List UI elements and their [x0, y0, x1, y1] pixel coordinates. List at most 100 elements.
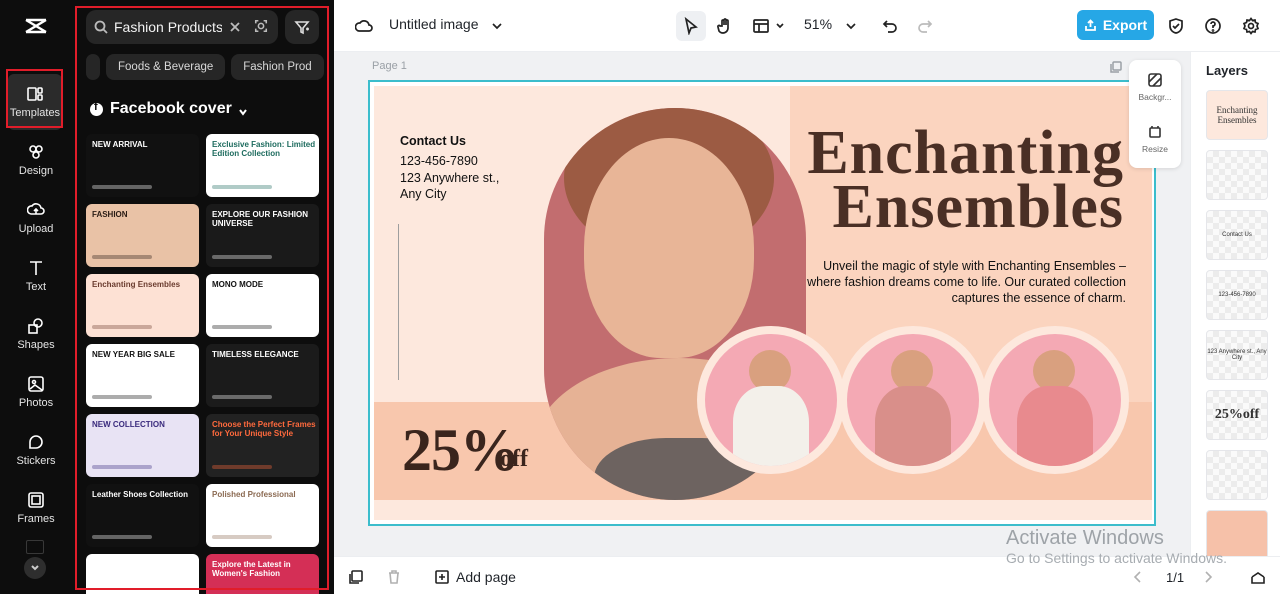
duplicate-page-icon[interactable] [1109, 60, 1123, 74]
product-photo-3[interactable] [981, 326, 1129, 474]
contact-address-1[interactable]: 123 Anywhere st., [400, 171, 499, 185]
search-input[interactable]: Fashion Products [114, 19, 222, 35]
filter-button[interactable] [285, 10, 319, 44]
layout-chevron-icon[interactable] [769, 15, 791, 37]
template-thumbnail[interactable]: NEW COLLECTION [86, 414, 199, 477]
chip-fashion-products[interactable]: Fashion Prod [231, 54, 324, 80]
sidebar-item-label: Frames [17, 513, 55, 525]
sidebar-item-photos[interactable]: Photos [0, 364, 72, 420]
template-thumbnail[interactable]: MONO MODE [206, 274, 319, 337]
template-thumbnail-title: EXPLORE OUR FASHION UNIVERSE [212, 210, 309, 228]
zoom-chevron-down-icon[interactable] [840, 15, 862, 37]
template-thumbnail[interactable]: Choose the Perfect Frames for Your Uniqu… [206, 414, 319, 477]
template-thumbnail[interactable] [86, 554, 199, 594]
resize-icon [1149, 126, 1161, 138]
sidebar-item-text[interactable]: Text [0, 248, 72, 304]
contact-address-2[interactable]: Any City [400, 187, 447, 201]
chip-foods-beverage[interactable]: Foods & Beverage [106, 54, 226, 80]
sidebar-item-templates[interactable]: Templates [8, 74, 62, 130]
layer-thumbnail[interactable]: Contact Us [1206, 210, 1268, 260]
shapes-icon [28, 318, 43, 334]
redo-icon[interactable] [914, 15, 936, 37]
add-page-label: Add page [456, 569, 516, 585]
template-thumbnail[interactable]: EXPLORE OUR FASHION UNIVERSE [206, 204, 319, 267]
photos-icon [28, 376, 44, 392]
product-photo-2[interactable] [839, 326, 987, 474]
background-tool[interactable]: Backgr... [1129, 72, 1181, 102]
layer-thumbnail[interactable]: 123-456-7890 [1206, 270, 1268, 320]
capcut-logo[interactable] [22, 12, 50, 40]
product-photo-1[interactable] [697, 326, 845, 474]
image-search-icon[interactable] [254, 19, 270, 35]
template-thumbnail-bar [92, 465, 152, 469]
sidebar-item-frames[interactable]: Frames [0, 480, 72, 536]
template-thumbnail[interactable]: Polished Professional [206, 484, 319, 547]
discount-off[interactable]: off [500, 446, 528, 473]
windows-watermark-title: Activate Windows [1006, 527, 1164, 549]
canvas-area: Page 1 Contact Us 123-456-7890 123 Anywh… [334, 52, 1190, 556]
sidebar-item-label: Text [25, 281, 47, 293]
stickers-icon [29, 435, 43, 449]
sidebar-item-design[interactable]: Design [0, 132, 72, 188]
layer-thumbnail[interactable] [1206, 450, 1268, 500]
prev-page-icon[interactable] [1130, 569, 1146, 590]
subtitle-text[interactable]: Unveil the magic of style with Enchantin… [806, 258, 1126, 306]
template-thumbnail[interactable]: NEW ARRIVAL [86, 134, 199, 197]
shield-icon[interactable] [1165, 15, 1187, 37]
template-thumbnail[interactable]: Enchanting Ensembles [86, 274, 199, 337]
sidebar-item-shapes[interactable]: Shapes [0, 306, 72, 362]
sidebar-item-label: Design [18, 165, 54, 177]
export-button[interactable]: Export [1077, 10, 1154, 40]
template-thumbnail-bar [92, 185, 152, 189]
headline[interactable]: Enchanting Ensembles [807, 122, 1124, 238]
layer-thumbnail[interactable]: 25%off [1206, 390, 1268, 440]
hand-tool-icon[interactable] [714, 15, 736, 37]
resize-tool[interactable]: Resize [1129, 124, 1181, 154]
delete-page-icon[interactable] [386, 569, 402, 590]
background-icon [1148, 73, 1162, 87]
search-icon [94, 20, 108, 34]
add-page-button[interactable]: Add page [434, 569, 516, 585]
layer-thumbnail[interactable]: 123 Anywhere st., Any City [1206, 330, 1268, 380]
sidebar-item-upload[interactable]: Upload [0, 190, 72, 246]
layers-toggle-icon[interactable] [1250, 569, 1266, 590]
template-thumbnail[interactable]: TIMELESS ELEGANCE [206, 344, 319, 407]
pointer-tool-icon[interactable] [680, 15, 702, 37]
clear-search-icon[interactable] [228, 20, 242, 34]
app-root: Templates Design Upload Text Shapes Phot… [0, 0, 1280, 594]
chip-partial[interactable] [86, 54, 100, 80]
next-page-icon[interactable] [1200, 569, 1216, 590]
design-page[interactable]: Contact Us 123-456-7890 123 Anywhere st.… [368, 80, 1156, 526]
contact-heading[interactable]: Contact Us [400, 134, 466, 148]
more-tools-icon[interactable] [26, 540, 44, 554]
design-icon [29, 145, 43, 159]
upload-icon [27, 203, 45, 215]
layers-title: Layers [1206, 63, 1248, 78]
template-search-box[interactable]: Fashion Products [86, 10, 278, 44]
category-dropdown[interactable]: Facebook cover [90, 100, 248, 118]
document-title[interactable]: Untitled image [389, 16, 479, 32]
page-label: Page 1 [372, 60, 407, 72]
settings-gear-icon[interactable] [1240, 15, 1262, 37]
sidebar-item-label: Shapes [17, 339, 55, 351]
undo-icon[interactable] [879, 15, 901, 37]
cloud-save-icon[interactable] [353, 15, 375, 37]
template-thumbnail[interactable]: Leather Shoes Collection [86, 484, 199, 547]
template-thumbnail[interactable]: NEW YEAR BIG SALE [86, 344, 199, 407]
facebook-icon [90, 101, 103, 116]
contact-phone[interactable]: 123-456-7890 [400, 154, 478, 168]
template-thumbnail[interactable]: Exclusive Fashion: Limited Edition Colle… [206, 134, 319, 197]
layer-thumbnail[interactable]: Enchanting Ensembles [1206, 90, 1268, 140]
template-thumbnail[interactable]: FASHION [86, 204, 199, 267]
title-chevron-down-icon[interactable] [486, 15, 508, 37]
expand-more-button[interactable] [24, 557, 46, 579]
sidebar-item-stickers[interactable]: Stickers [0, 422, 72, 478]
frames-icon [28, 492, 44, 508]
template-thumbnail-bar [92, 325, 152, 329]
category-chips: Foods & Beverage Fashion Prod [86, 54, 326, 80]
zoom-level[interactable]: 51% [804, 16, 832, 32]
help-icon[interactable] [1202, 15, 1224, 37]
template-thumbnail[interactable]: Explore the Latest in Women's Fashion [206, 554, 319, 594]
layer-thumbnail[interactable] [1206, 150, 1268, 200]
copy-page-icon[interactable] [348, 569, 364, 590]
